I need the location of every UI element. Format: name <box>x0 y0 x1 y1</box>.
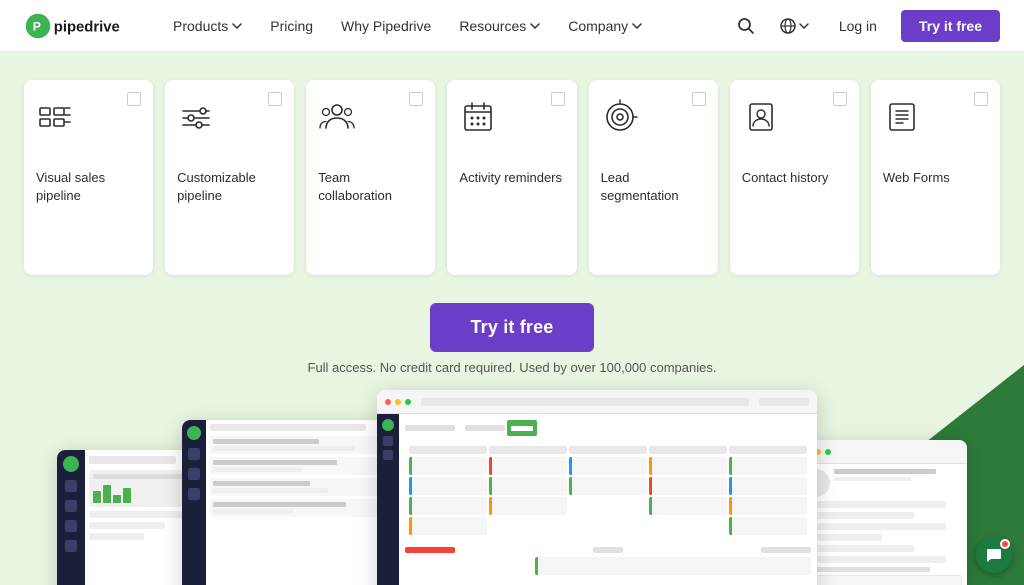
card-checkbox[interactable] <box>409 92 423 106</box>
search-icon <box>737 17 755 35</box>
feature-card-customizable-pipeline[interactable]: Customizable pipeline <box>165 80 294 275</box>
card-checkbox[interactable] <box>974 92 988 106</box>
nav-products[interactable]: Products <box>161 12 254 40</box>
logo[interactable]: P pipedrive <box>24 12 129 40</box>
card-checkbox[interactable] <box>127 92 141 106</box>
pipeline-icon <box>36 98 74 141</box>
screenshot-contact <box>797 440 967 585</box>
nav-try-free-button[interactable]: Try it free <box>901 10 1000 42</box>
card-checkbox[interactable] <box>551 92 565 106</box>
svg-text:P: P <box>33 19 41 33</box>
chevron-down-icon <box>232 23 242 29</box>
login-button[interactable]: Log in <box>827 12 889 40</box>
feature-card-visual-sales-pipeline[interactable]: Visual sales pipeline <box>24 80 153 275</box>
feature-card-team-collaboration[interactable]: Team collaboration <box>306 80 435 275</box>
feature-cards-section: Visual sales pipeline Customizable pipel <box>0 52 1024 295</box>
nav-why-pipedrive[interactable]: Why Pipedrive <box>329 12 443 40</box>
cta-try-free-button[interactable]: Try it free <box>430 303 593 352</box>
screenshot-insights <box>57 450 202 585</box>
nav-pricing[interactable]: Pricing <box>258 12 325 40</box>
navbar: P pipedrive Products Pricing Why Pipedri… <box>0 0 1024 52</box>
customize-icon <box>177 98 215 141</box>
nav-resources[interactable]: Resources <box>447 12 552 40</box>
screenshots-section <box>0 390 1024 585</box>
card-checkbox[interactable] <box>692 92 706 106</box>
screenshot-pipeline <box>377 390 817 585</box>
feature-card-activity-reminders[interactable]: Activity reminders <box>447 80 576 275</box>
chat-icon <box>985 546 1003 564</box>
card-checkbox[interactable] <box>833 92 847 106</box>
card-checkbox[interactable] <box>268 92 282 106</box>
card-label: Activity reminders <box>459 169 562 187</box>
sidebar-mock <box>57 450 85 585</box>
language-selector[interactable] <box>773 11 815 41</box>
card-label: Team collaboration <box>318 169 423 204</box>
chevron-down-icon <box>799 23 809 29</box>
cta-section: Try it free Full access. No credit card … <box>0 295 1024 391</box>
feature-card-web-forms[interactable]: Web Forms <box>871 80 1000 275</box>
feature-card-contact-history[interactable]: Contact history <box>730 80 859 275</box>
nav-actions: Log in Try it free <box>731 10 1000 42</box>
search-button[interactable] <box>731 11 761 41</box>
forms-icon <box>883 98 921 141</box>
card-label: Visual sales pipeline <box>36 169 141 204</box>
target-icon <box>601 98 639 141</box>
contact-icon <box>742 98 780 141</box>
chat-notification-dot <box>1000 539 1010 549</box>
mock-header <box>377 390 817 414</box>
globe-icon <box>779 17 797 35</box>
card-label: Lead segmentation <box>601 169 706 204</box>
card-label: Web Forms <box>883 169 950 187</box>
mock-header <box>797 440 967 464</box>
card-label: Contact history <box>742 169 829 187</box>
nav-company[interactable]: Company <box>556 12 654 40</box>
feature-card-lead-segmentation[interactable]: Lead segmentation <box>589 80 718 275</box>
chevron-down-icon <box>530 23 540 29</box>
card-label: Customizable pipeline <box>177 169 282 204</box>
nav-links: Products Pricing Why Pipedrive Resources… <box>161 12 731 40</box>
svg-text:pipedrive: pipedrive <box>54 19 120 35</box>
screenshot-leads <box>182 420 397 585</box>
team-icon <box>318 98 356 141</box>
chat-widget[interactable] <box>976 537 1012 573</box>
main-content: Visual sales pipeline Customizable pipel <box>0 52 1024 585</box>
chevron-down-icon <box>632 23 642 29</box>
cta-subtext: Full access. No credit card required. Us… <box>0 360 1024 375</box>
sidebar-mock <box>182 420 206 585</box>
activity-icon <box>459 98 497 141</box>
